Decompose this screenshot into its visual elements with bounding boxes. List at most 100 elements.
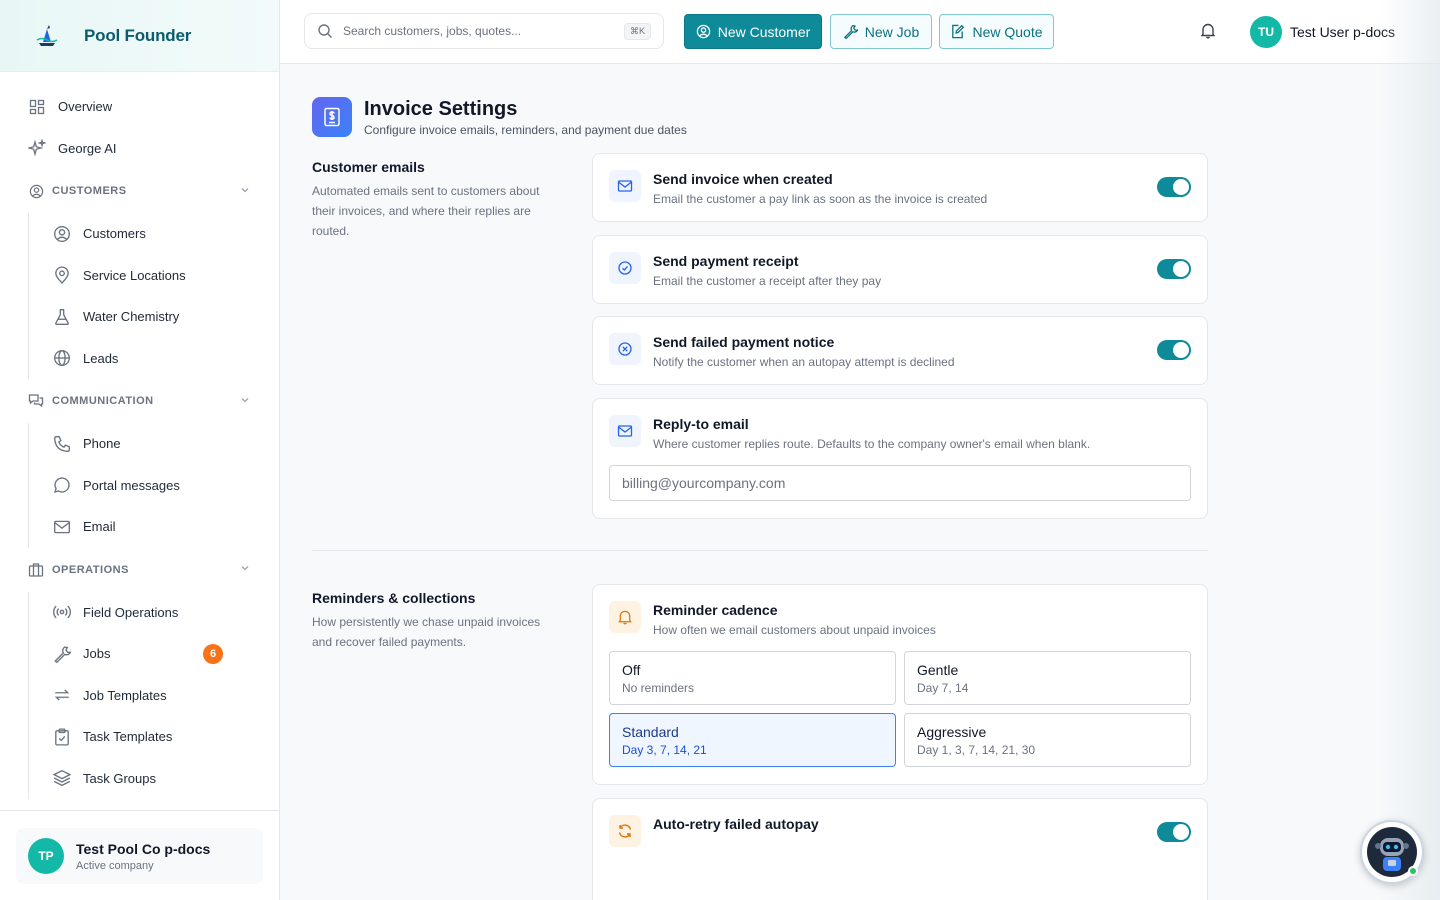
- setting-title: Reminder cadence: [653, 602, 778, 618]
- send-receipt-setting: Send payment receipt Email the customer …: [592, 235, 1208, 304]
- sidebar-item-overview[interactable]: Overview: [0, 86, 279, 128]
- section-label: OPERATIONS: [52, 563, 129, 576]
- section-description: Automated emails sent to customers about…: [312, 184, 540, 238]
- communication-group: Phone Portal messages Email: [0, 423, 279, 548]
- sparkles-icon: [28, 139, 46, 157]
- invoice-dollar-icon: [312, 97, 352, 137]
- notifications-bell-icon[interactable]: [1200, 22, 1216, 39]
- failed-payment-notice-setting: Send failed payment notice Notify the cu…: [592, 316, 1208, 385]
- sidebar-item-service-locations[interactable]: Service Locations: [0, 255, 279, 297]
- company-info: Test Pool Co p-docs Active company: [76, 841, 210, 872]
- section-title: Customer emails: [312, 159, 425, 175]
- auto-retry-setting: Auto-retry failed autopay: [592, 798, 1208, 900]
- setting-description: Email the customer a pay link as soon as…: [653, 192, 988, 206]
- setting-title: Send failed payment notice: [653, 334, 835, 350]
- sidebar-item-field-operations[interactable]: Field Operations: [0, 592, 279, 634]
- company-switcher[interactable]: TP Test Pool Co p-docs Active company: [16, 828, 263, 884]
- sidebar-item-label: Customers: [83, 226, 146, 242]
- wrench-icon: [53, 645, 71, 663]
- setting-description: Email the customer a receipt after they …: [653, 274, 882, 288]
- reply-to-email-input[interactable]: [609, 465, 1191, 501]
- failed-notice-toggle[interactable]: [1157, 340, 1191, 360]
- sidebar-item-water-chemistry[interactable]: Water Chemistry: [0, 296, 279, 338]
- user-menu[interactable]: TU Test User p-docs: [1250, 16, 1395, 48]
- map-pin-icon: [53, 266, 71, 285]
- wrench-icon: [843, 24, 858, 39]
- online-status-dot: [1408, 866, 1418, 876]
- broadcast-icon: [53, 603, 71, 621]
- page-subtitle: Configure invoice emails, reminders, and…: [364, 123, 687, 137]
- sidebar-item-jobs[interactable]: Jobs 6: [0, 633, 279, 675]
- top-bar: ⌘K New Customer New Job New Quote TU Tes…: [280, 0, 1440, 64]
- reminders-section-header: Reminders & collections How persistently…: [312, 590, 552, 652]
- company-name: Test Pool Co p-docs: [76, 840, 211, 857]
- option-detail: No reminders: [622, 681, 695, 695]
- layers-icon: [53, 769, 71, 787]
- option-label: Off: [622, 662, 641, 678]
- send-receipt-toggle[interactable]: [1157, 259, 1191, 279]
- new-job-button[interactable]: New Job: [830, 14, 932, 49]
- sidebar-item-leads[interactable]: Leads: [0, 338, 279, 380]
- sidebar-item-label: Phone: [83, 436, 121, 452]
- option-detail: Day 7, 14: [917, 681, 969, 695]
- section-communication[interactable]: COMMUNICATION: [0, 379, 279, 423]
- reply-to-email-setting: Reply-to email Where customer replies ro…: [592, 398, 1208, 519]
- auto-retry-toggle[interactable]: [1157, 822, 1191, 842]
- sidebar-item-george-ai[interactable]: George AI: [0, 128, 279, 170]
- option-detail: Day 1, 3, 7, 14, 21, 30: [917, 743, 1036, 757]
- customer-emails-section-header: Customer emails Automated emails sent to…: [312, 159, 552, 241]
- sidebar-item-customers[interactable]: Customers: [0, 213, 279, 255]
- sidebar-item-phone[interactable]: Phone: [0, 423, 279, 465]
- cadence-option-off[interactable]: Off No reminders: [609, 651, 896, 705]
- mail-icon: [609, 415, 641, 447]
- cadence-option-gentle[interactable]: Gentle Day 7, 14: [904, 651, 1191, 705]
- new-customer-button[interactable]: New Customer: [684, 14, 822, 49]
- option-detail: Day 3, 7, 14, 21: [622, 743, 707, 757]
- section-label: COMMUNICATION: [52, 395, 154, 407]
- section-operations[interactable]: OPERATIONS: [0, 548, 279, 592]
- x-circle-icon: [609, 333, 641, 365]
- section-divider: [312, 550, 1208, 551]
- button-label: New Quote: [972, 23, 1043, 40]
- sidebar-item-email[interactable]: Email: [0, 506, 279, 548]
- pool-founder-logo-icon: [36, 24, 58, 46]
- flask-icon: [53, 308, 71, 326]
- reminder-cadence-setting: Reminder cadence How often we email cust…: [592, 584, 1208, 785]
- setting-description: How often we email customers about unpai…: [653, 623, 936, 637]
- setting-title: Auto-retry failed autopay: [653, 816, 819, 832]
- search-icon: [317, 23, 333, 39]
- user-circle-icon: [696, 24, 711, 39]
- search-input[interactable]: [343, 24, 624, 38]
- send-invoice-toggle[interactable]: [1157, 177, 1191, 197]
- operations-group: Field Operations Jobs 6 Job Templates Ta…: [0, 591, 279, 800]
- button-label: New Customer: [717, 23, 811, 40]
- phone-icon: [53, 435, 71, 453]
- chevron-down-icon: [239, 394, 251, 409]
- sidebar-item-label: Task Groups: [83, 770, 156, 786]
- sidebar-nav: Overview George AI CUSTOMERS Customers S…: [0, 72, 279, 799]
- chat-bubbles-icon: [28, 393, 44, 409]
- cadence-option-aggressive[interactable]: Aggressive Day 1, 3, 7, 14, 21, 30: [904, 713, 1191, 767]
- sidebar-item-task-groups[interactable]: Task Groups: [0, 758, 279, 800]
- company-avatar: TP: [28, 838, 64, 874]
- sidebar-item-label: Email: [83, 519, 116, 535]
- assistant-robot-button[interactable]: [1360, 820, 1424, 884]
- page-header: Invoice Settings Configure invoice email…: [312, 97, 687, 137]
- sidebar-item-label: Leads: [83, 350, 119, 366]
- new-quote-button[interactable]: New Quote: [939, 14, 1054, 49]
- sidebar-item-job-templates[interactable]: Job Templates: [0, 675, 279, 717]
- main-content: Invoice Settings Configure invoice email…: [280, 65, 1440, 900]
- section-customers[interactable]: CUSTOMERS: [0, 169, 279, 213]
- global-search[interactable]: ⌘K: [304, 13, 664, 49]
- sidebar-item-task-templates[interactable]: Task Templates: [0, 716, 279, 758]
- brand-header[interactable]: Pool Founder: [0, 0, 279, 72]
- repeat-icon: [53, 686, 71, 704]
- section-description: How persistently we chase unpaid invoice…: [312, 615, 541, 649]
- cadence-option-standard[interactable]: Standard Day 3, 7, 14, 21: [609, 713, 896, 767]
- setting-description: Notify the customer when an autopay atte…: [653, 355, 955, 369]
- sidebar-item-portal-messages[interactable]: Portal messages: [0, 465, 279, 507]
- bell-icon: [609, 601, 641, 633]
- setting-title: Send invoice when created: [653, 171, 833, 187]
- message-circle-icon: [53, 476, 71, 494]
- jobs-count-badge: 6: [203, 643, 223, 664]
